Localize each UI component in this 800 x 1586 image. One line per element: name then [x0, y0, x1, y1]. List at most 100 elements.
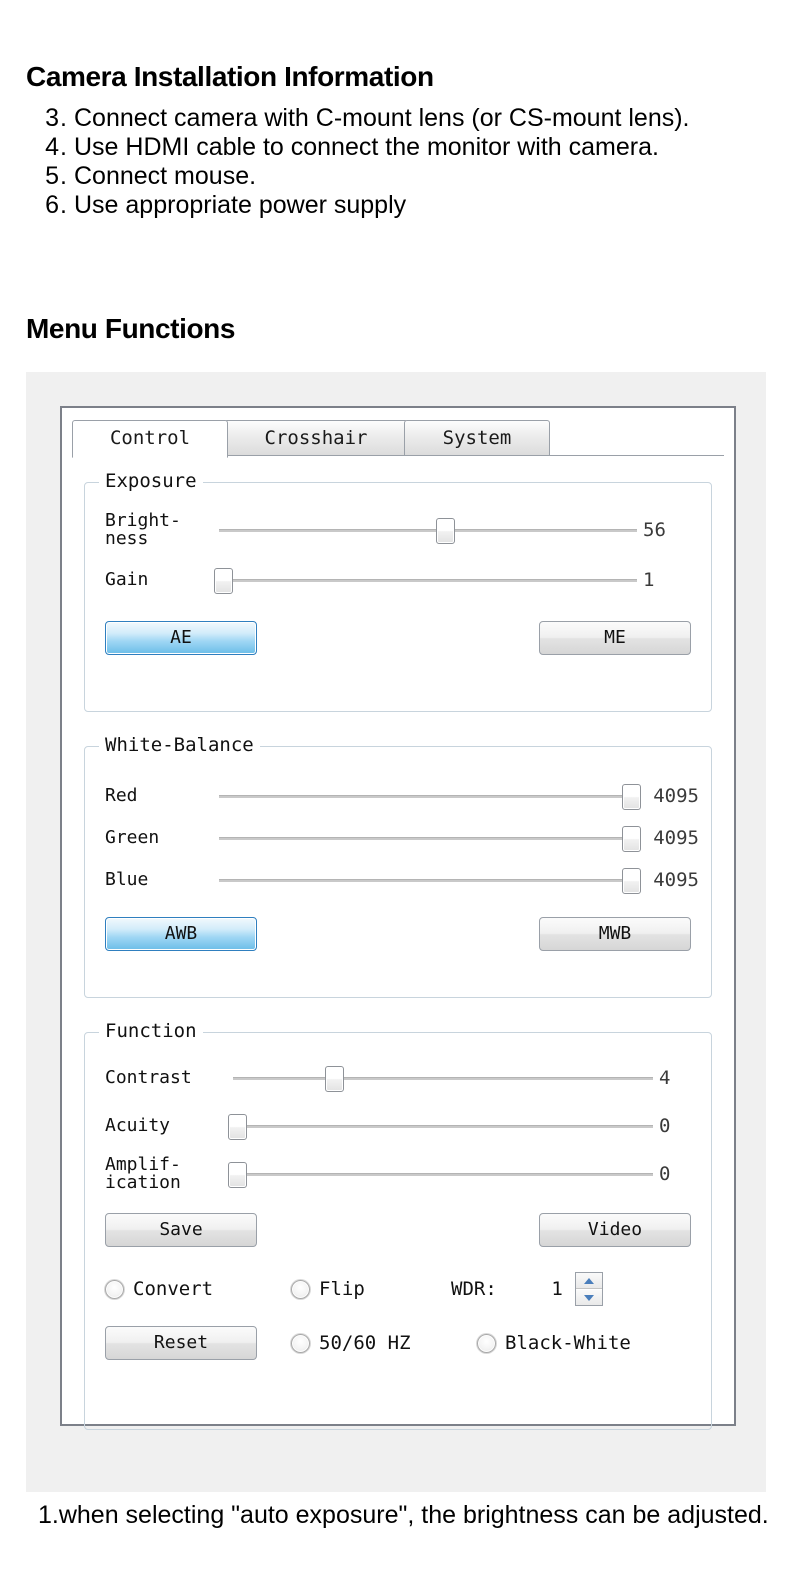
- step-text: Use appropriate power supply: [74, 191, 407, 219]
- slider-handle[interactable]: [622, 826, 641, 852]
- slider-red[interactable]: [219, 781, 641, 811]
- slider-track: [219, 529, 637, 532]
- slider-row-red: Red 4095: [85, 775, 711, 817]
- slider-row-green: Green 4095: [85, 817, 711, 859]
- slider-row-contrast: Contrast 4: [85, 1057, 711, 1099]
- slider-handle[interactable]: [228, 1114, 248, 1140]
- exposure-button-row: AE ME: [85, 621, 711, 655]
- slider-row-amplification: Amplif- ication 0: [85, 1153, 711, 1195]
- installation-steps-list: 3. Connect camera with C-mount lens (or …: [20, 104, 720, 220]
- black-white-radio-icon[interactable]: [477, 1333, 496, 1353]
- tab-bar: Control Crosshair System: [72, 420, 724, 458]
- slider-label-brightness: Bright- ness: [105, 509, 181, 549]
- slider-green[interactable]: [219, 823, 641, 853]
- group-white-balance-title: White-Balance: [99, 734, 260, 756]
- mwb-button[interactable]: MWB: [539, 917, 691, 951]
- function-options-row-2: Reset 50/60 HZ Black-White: [85, 1321, 711, 1365]
- slider-acuity[interactable]: [228, 1111, 653, 1141]
- wdr-label: WDR:: [451, 1278, 497, 1300]
- slider-label-red: Red: [105, 784, 138, 806]
- slider-label-contrast: Contrast: [105, 1066, 192, 1088]
- step-text: Use HDMI cable to connect the monitor wi…: [74, 133, 659, 161]
- slider-contrast[interactable]: [233, 1063, 653, 1093]
- convert-option[interactable]: Convert: [105, 1278, 291, 1300]
- camera-control-dialog: Control Crosshair System Exposure Bright…: [60, 406, 736, 1430]
- slider-track: [219, 879, 631, 882]
- step-number: 3.: [45, 104, 68, 132]
- group-white-balance: White-Balance Red 4095 Green 4095 Blue 4…: [84, 734, 712, 998]
- slider-label-green: Green: [105, 826, 160, 848]
- tab-control[interactable]: Control: [72, 420, 228, 458]
- flip-label: Flip: [319, 1278, 365, 1300]
- list-item: 6. Use appropriate power supply: [20, 191, 720, 220]
- slider-track: [233, 1077, 653, 1080]
- slider-blue[interactable]: [219, 865, 641, 895]
- footer-note: 1.when selecting "auto exposure", the br…: [38, 1501, 769, 1529]
- tab-crosshair[interactable]: Crosshair: [224, 420, 408, 456]
- slider-handle[interactable]: [622, 868, 641, 894]
- group-exposure-title: Exposure: [99, 470, 203, 492]
- page-title-menu-functions: Menu Functions: [26, 313, 236, 344]
- black-white-option[interactable]: Black-White: [477, 1332, 631, 1354]
- screenshot-backdrop: Control Crosshair System Exposure Bright…: [26, 372, 766, 1492]
- reset-button[interactable]: Reset: [105, 1326, 257, 1360]
- save-button[interactable]: Save: [105, 1213, 257, 1247]
- function-button-row: Save Video: [85, 1213, 711, 1247]
- slider-track: [219, 795, 631, 798]
- slider-amplification[interactable]: [228, 1159, 653, 1189]
- step-number: 6.: [45, 191, 68, 219]
- slider-value-brightness: 56: [643, 519, 666, 541]
- step-number: 5.: [45, 162, 68, 190]
- chevron-up-icon: [583, 1277, 594, 1284]
- flip-option[interactable]: Flip: [291, 1278, 451, 1300]
- video-button[interactable]: Video: [539, 1213, 691, 1247]
- slider-value-red: 4095: [653, 785, 699, 807]
- page-title-installation: Camera Installation Information: [26, 61, 434, 92]
- step-text: Connect mouse.: [74, 162, 257, 190]
- wdr-increment-button[interactable]: [575, 1273, 602, 1289]
- hz-option[interactable]: 50/60 HZ: [291, 1332, 477, 1354]
- slider-value-acuity: 0: [659, 1115, 671, 1137]
- black-white-label: Black-White: [505, 1332, 631, 1354]
- slider-handle[interactable]: [324, 1066, 344, 1092]
- slider-row-acuity: Acuity 0: [85, 1105, 711, 1147]
- slider-handle[interactable]: [435, 518, 455, 544]
- slider-value-gain: 1: [643, 569, 655, 591]
- slider-value-green: 4095: [653, 827, 699, 849]
- group-function: Function Contrast 4 Acuity 0 Amplif- ica…: [84, 1020, 712, 1430]
- slider-label-gain: Gain: [105, 568, 149, 590]
- wdr-value: 1: [551, 1278, 563, 1300]
- hz-radio-icon[interactable]: [291, 1333, 310, 1353]
- slider-value-contrast: 4: [659, 1067, 671, 1089]
- hz-label: 50/60 HZ: [319, 1332, 411, 1354]
- slider-handle[interactable]: [214, 568, 234, 594]
- flip-radio-icon[interactable]: [291, 1279, 310, 1299]
- list-item: 3. Connect camera with C-mount lens (or …: [20, 104, 720, 133]
- wdr-decrement-button[interactable]: [575, 1289, 602, 1305]
- convert-radio-icon[interactable]: [105, 1279, 124, 1299]
- step-text: Connect camera with C-mount lens (or CS-…: [74, 104, 690, 132]
- slider-handle[interactable]: [228, 1162, 248, 1188]
- group-function-title: Function: [99, 1020, 203, 1042]
- slider-track: [219, 579, 637, 582]
- chevron-down-icon: [583, 1294, 594, 1301]
- white-balance-button-row: AWB MWB: [85, 917, 711, 951]
- awb-button[interactable]: AWB: [105, 917, 257, 951]
- slider-handle[interactable]: [622, 784, 641, 810]
- slider-row-gain: Gain 1: [85, 559, 711, 601]
- slider-label-acuity: Acuity: [105, 1114, 171, 1136]
- me-button[interactable]: ME: [539, 621, 691, 655]
- group-exposure: Exposure Bright- ness 56 Gain 1 AE ME: [84, 470, 712, 712]
- slider-brightness[interactable]: [219, 515, 637, 545]
- ae-button[interactable]: AE: [105, 621, 257, 655]
- slider-row-blue: Blue 4095: [85, 859, 711, 901]
- slider-track: [219, 837, 631, 840]
- slider-gain[interactable]: [214, 565, 637, 595]
- slider-track: [233, 1173, 653, 1176]
- tab-system[interactable]: System: [404, 420, 550, 456]
- list-item: 5. Connect mouse.: [20, 162, 720, 191]
- wdr-stepper[interactable]: [574, 1272, 603, 1306]
- list-item: 4. Use HDMI cable to connect the monitor…: [20, 133, 720, 162]
- function-options-row-1: Convert Flip WDR: 1: [85, 1267, 711, 1311]
- slider-value-blue: 4095: [653, 869, 699, 891]
